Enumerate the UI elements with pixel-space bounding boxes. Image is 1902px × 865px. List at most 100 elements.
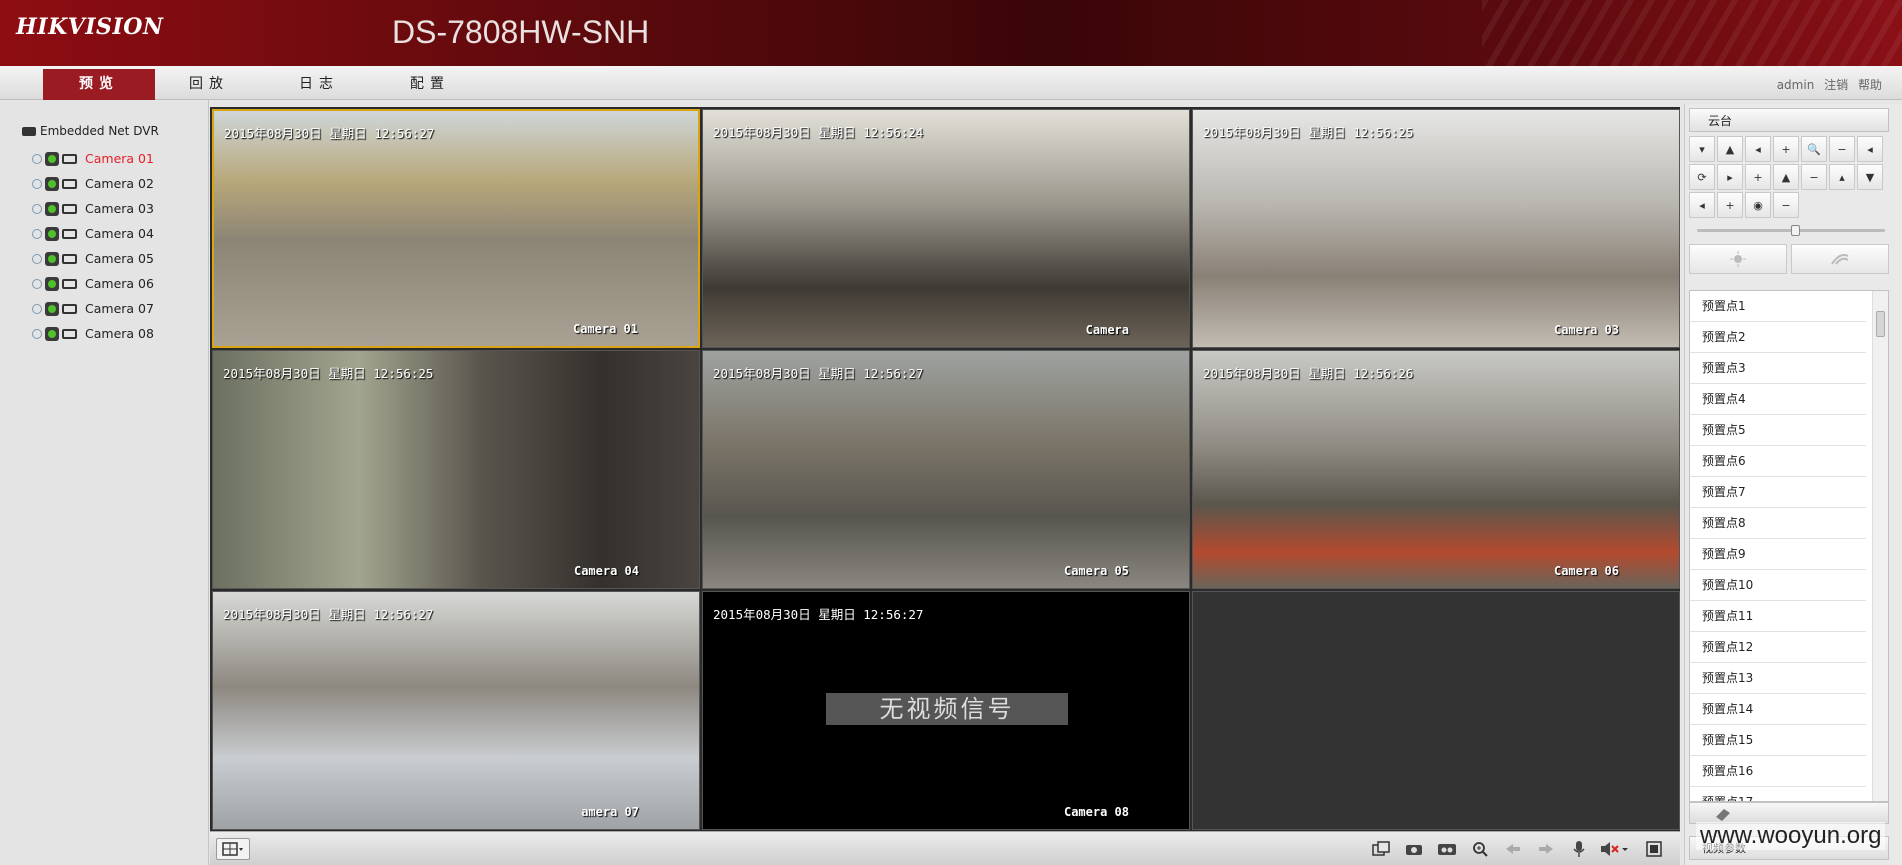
preset-item[interactable]: 预置点5 [1690,415,1866,446]
ptz-up-right-button[interactable]: ◂ [1745,136,1771,162]
ptz-right-button[interactable]: ▸ [1717,164,1743,190]
camera-icon [62,153,77,164]
ptz-auto-button[interactable]: ⟳ [1689,164,1715,190]
user-links: admin 注销 帮助 [1771,76,1882,93]
ptz-up-left-button[interactable]: ▾ [1689,136,1715,162]
video-feed [213,592,699,829]
record-icon[interactable] [1433,838,1461,860]
prev-page-icon[interactable] [1499,838,1527,860]
focus-far-button[interactable]: − [1801,164,1827,190]
camera-tree-item[interactable]: Camera 01 [32,146,154,171]
ptz-panel: 云台 ▾ ▲ ◂ + 🔍 − ◂ ⟳ ▸ + ▲ − ▴ ▼ ◂ + ◉ − 预… [1684,104,1902,865]
video-feed [214,111,698,346]
camera-label: Camera 07 [85,301,154,316]
layout-select-button[interactable] [216,838,250,860]
preset-scrollbar[interactable] [1872,291,1888,801]
preset-item[interactable]: 预置点17 [1690,787,1866,801]
zoom-icon[interactable] [1466,838,1494,860]
preset-item[interactable]: 预置点6 [1690,446,1866,477]
preset-item[interactable]: 预置点12 [1690,632,1866,663]
focus-near-button[interactable]: + [1745,164,1771,190]
preset-item[interactable]: 预置点8 [1690,508,1866,539]
camera-icon [62,228,77,239]
light-button[interactable] [1689,244,1787,274]
video-tile[interactable]: 2015年08月30日 星期日 12:56:25 Camera 04 [212,350,700,589]
tab-config[interactable]: 配置 [374,69,486,100]
osd-timestamp: 2015年08月30日 星期日 12:56:25 [223,366,434,381]
link-icon [32,153,42,164]
video-tile[interactable]: 2015年08月30日 星期日 12:56:27 Camera 01 [212,109,700,348]
camera-tree-panel: Embedded Net DVR Camera 01 Camera 02 Camer… [0,100,209,865]
preset-item[interactable]: 预置点13 [1690,663,1866,694]
tab-log[interactable]: 日志 [263,69,375,100]
camera-tree-item[interactable]: Camera 04 [32,221,154,246]
iris-close-button[interactable]: − [1773,192,1799,218]
camera-label: Camera 04 [85,226,154,241]
ptz-down-left-button[interactable]: ▴ [1829,164,1855,190]
camera-tree-item[interactable]: Camera 08 [32,321,154,346]
wiper-button[interactable] [1791,244,1889,274]
video-feed [1193,110,1679,347]
video-feed [213,351,699,588]
ptz-speed-knob[interactable] [1791,225,1800,236]
tree-root[interactable]: Embedded Net DVR [22,124,159,138]
video-tile[interactable]: 2015年08月30日 星期日 12:56:24 Camera [702,109,1190,348]
capture-icon[interactable] [1400,838,1428,860]
camera-icon [62,178,77,189]
camera-tree-item[interactable]: Camera 07 [32,296,154,321]
preset-item[interactable]: 预置点10 [1690,570,1866,601]
preset-item[interactable]: 预置点15 [1690,725,1866,756]
camera-status-icon [45,151,59,166]
fullscreen-icon[interactable] [1640,838,1668,860]
zoom-out-button[interactable]: − [1829,136,1855,162]
preset-item[interactable]: 预置点16 [1690,756,1866,787]
preset-footer [1689,802,1889,824]
camera-tree-item[interactable]: Camera 06 [32,271,154,296]
logout-link[interactable]: 注销 [1824,78,1848,92]
preset-item[interactable]: 预置点14 [1690,694,1866,725]
camera-label: Camera 05 [85,251,154,266]
preset-item[interactable]: 预置点4 [1690,384,1866,415]
tab-playback[interactable]: 回放 [153,69,265,100]
zoom-in-button[interactable]: + [1773,136,1799,162]
help-link[interactable]: 帮助 [1858,78,1882,92]
iris-open-button[interactable]: + [1717,192,1743,218]
preset-item[interactable]: 预置点2 [1690,322,1866,353]
ptz-left-button[interactable]: ◂ [1857,136,1883,162]
no-signal-label: 无视频信号 [826,693,1068,725]
video-tile[interactable]: 2015年08月30日 星期日 12:56:27 Camera 05 [702,350,1190,589]
preset-list: 预置点1 预置点2 预置点3 预置点4 预置点5 预置点6 预置点7 预置点8 预置点9 预置点1… [1689,290,1889,802]
camera-tree-item[interactable]: Camera 05 [32,246,154,271]
call-preset-icon[interactable] [1710,803,1740,823]
preset-item[interactable]: 预置点1 [1690,291,1866,322]
preset-item[interactable]: 预置点7 [1690,477,1866,508]
camera-icon [62,303,77,314]
ptz-down-button[interactable]: ▼ [1857,164,1883,190]
tab-preview[interactable]: 预览 [43,69,155,100]
osd-camera-name: amera 07 [581,805,639,819]
ptz-down-right-button[interactable]: ◂ [1689,192,1715,218]
stop-all-icon[interactable] [1367,838,1395,860]
device-model: DS-7808HW-SNH [392,14,650,50]
link-icon [32,253,42,264]
osd-camera-name: Camera 05 [1063,564,1129,578]
next-page-icon[interactable] [1532,838,1560,860]
video-tile[interactable]: 2015年08月30日 星期日 12:56:27 无视频信号 Camera 08 [702,591,1190,830]
preset-item[interactable]: 预置点3 [1690,353,1866,384]
preset-scroll-thumb[interactable] [1876,311,1885,337]
camera-tree-item[interactable]: Camera 02 [32,171,154,196]
video-tile[interactable]: 2015年08月30日 星期日 12:56:26 Camera 06 [1192,350,1680,589]
ptz-up-button[interactable]: ▲ [1717,136,1743,162]
microphone-icon[interactable] [1565,838,1593,860]
osd-timestamp: 2015年08月30日 星期日 12:56:24 [713,125,924,140]
camera-icon [62,203,77,214]
video-tile[interactable]: 2015年08月30日 星期日 12:56:27 amera 07 [212,591,700,830]
video-tile[interactable]: 2015年08月30日 星期日 12:56:25 Camera 03 [1192,109,1680,348]
camera-tree-item[interactable]: Camera 03 [32,196,154,221]
preset-item[interactable]: 预置点9 [1690,539,1866,570]
preset-item[interactable]: 预置点11 [1690,601,1866,632]
camera-status-icon [45,176,59,191]
ptz-speed-slider[interactable] [1697,225,1885,236]
empty-video-tile[interactable] [1192,591,1680,830]
volume-mute-icon[interactable] [1596,838,1632,860]
